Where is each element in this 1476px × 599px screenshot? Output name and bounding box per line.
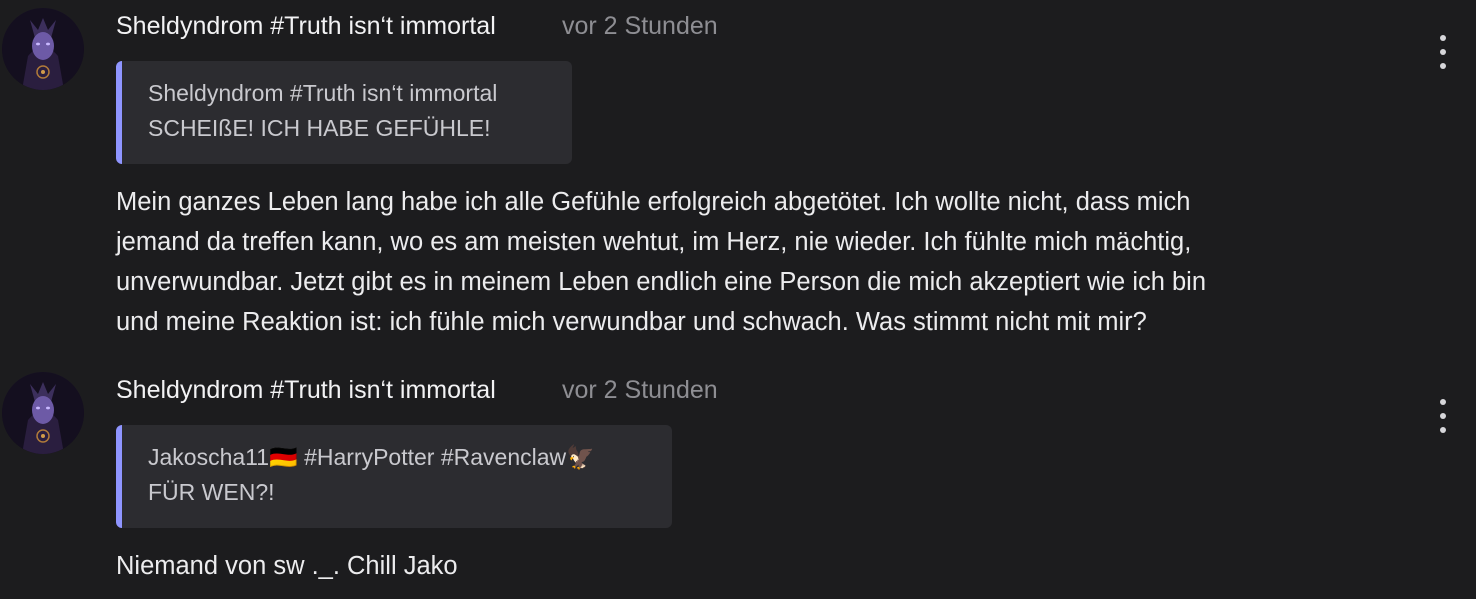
- timestamp: vor 2 Stunden: [562, 12, 718, 40]
- more-vertical-icon: [1440, 399, 1446, 405]
- more-vertical-icon: [1440, 35, 1446, 41]
- quote-author: Jakoscha11🇩🇪 #HarryPotter #Ravenclaw🦅: [148, 444, 595, 470]
- quote-text: FÜR WEN?!: [148, 479, 275, 505]
- more-options-button[interactable]: [1430, 35, 1456, 69]
- quoted-message[interactable]: Sheldyndrom #Truth isn‘t immortal SCHEIß…: [116, 61, 572, 164]
- quote-author: Sheldyndrom #Truth isn‘t immortal: [148, 80, 498, 106]
- avatar[interactable]: [2, 372, 84, 454]
- author-name[interactable]: Sheldyndrom #Truth isn‘t immortal: [116, 376, 496, 405]
- comment-body: Mein ganzes Leben lang habe ich alle Gef…: [116, 188, 1207, 336]
- author-name[interactable]: Sheldyndrom #Truth isn‘t immortal: [116, 12, 496, 41]
- quoted-message[interactable]: Jakoscha11🇩🇪 #HarryPotter #Ravenclaw🦅 FÜ…: [116, 425, 672, 528]
- quote-text: SCHEIßE! ICH HABE GEFÜHLE!: [148, 115, 491, 141]
- avatar[interactable]: [2, 8, 84, 90]
- comment-body: Niemand von sw ._. Chill Jako: [116, 552, 458, 580]
- more-options-button[interactable]: [1430, 399, 1456, 433]
- timestamp: vor 2 Stunden: [562, 376, 718, 404]
